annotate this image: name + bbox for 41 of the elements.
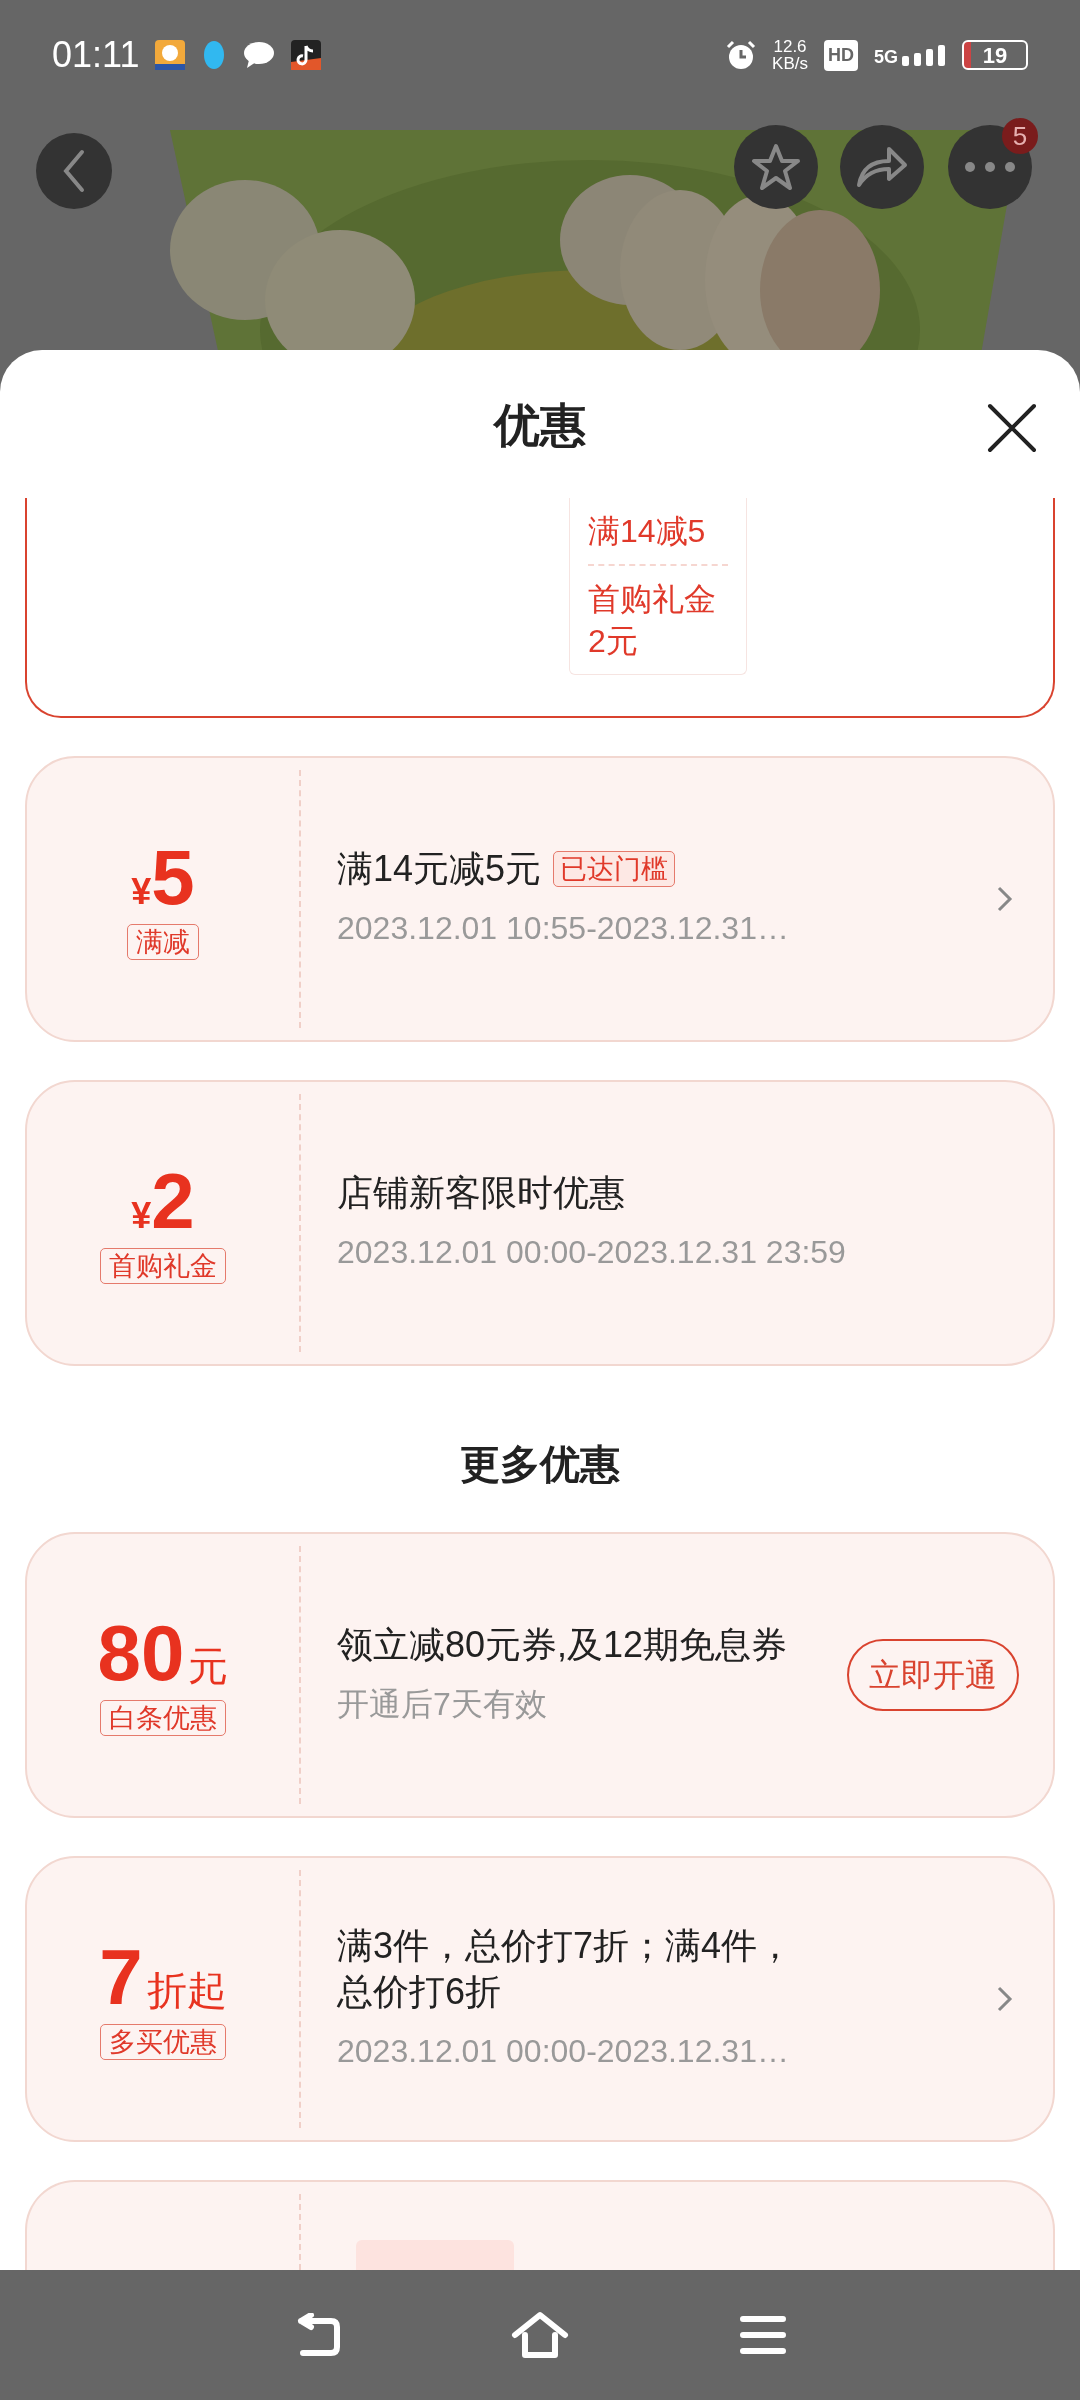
coupon-validity: 2023.12.01 00:00-2023.12.31… [337, 2032, 790, 2071]
coupon-title: 满14元减5元 [337, 847, 542, 891]
coupon-title: 领立减80元券,及12期免息券 [337, 1623, 788, 1667]
coupon-amount: 7折起 [99, 1938, 227, 2016]
coupon-validity: 2023.12.01 00:00-2023.12.31 23:59 [337, 1233, 847, 1272]
star-icon [751, 143, 801, 191]
share-icon [855, 145, 909, 189]
section-heading: 更多优惠 [459, 1441, 621, 1488]
sheet-title: 优惠 [494, 397, 586, 453]
activate-button[interactable]: 立即开通 [847, 1639, 1019, 1711]
network-speed: 12.6 KB/s [772, 38, 808, 72]
threshold-tag: 已达门槛 [553, 851, 676, 887]
coupon-type-tag: 首购礼金 [100, 1248, 226, 1284]
coupon-validity: 开通后7天有效 [337, 1685, 548, 1724]
menu-button[interactable] [739, 2315, 787, 2355]
coupon-type-tag: 满减 [127, 924, 199, 960]
chat-bubble-icon [243, 41, 276, 69]
battery-indicator: 19 [962, 40, 1028, 70]
back-icon [62, 149, 86, 193]
notification-count: 5 [1002, 118, 1038, 154]
summary-item: 首购礼金2元 [588, 564, 728, 674]
network-type: 5G [874, 48, 898, 66]
app-icon [155, 40, 186, 70]
chevron-right-icon[interactable] [995, 884, 1015, 914]
coupon-type-tag: 白条优惠 [100, 1700, 226, 1736]
coupon-amount: 80元 [97, 1614, 229, 1692]
music-note-icon [291, 40, 322, 70]
more-icon [965, 162, 1015, 172]
coupon-amount: ¥5 [131, 838, 195, 916]
coupon-amount: ¥2 [131, 1162, 195, 1240]
coupon-title: 店铺新客限时优惠 [337, 1171, 625, 1215]
chevron-right-icon[interactable] [995, 1984, 1015, 2014]
summary-item: 满14减5 [588, 512, 707, 551]
alarm-icon [726, 40, 757, 70]
coupon-type-tag: 多买优惠 [100, 2024, 226, 2060]
coupon-validity: 2023.12.01 10:55-2023.12.31… [337, 909, 790, 948]
status-time: 01:11 [52, 33, 140, 77]
hd-indicator: HD [824, 39, 858, 71]
home-button[interactable] [511, 2311, 569, 2359]
coupon-title: 满3件，总价打7折；满4件，总价打6折 [337, 1924, 795, 2014]
signal-icon [902, 44, 946, 66]
